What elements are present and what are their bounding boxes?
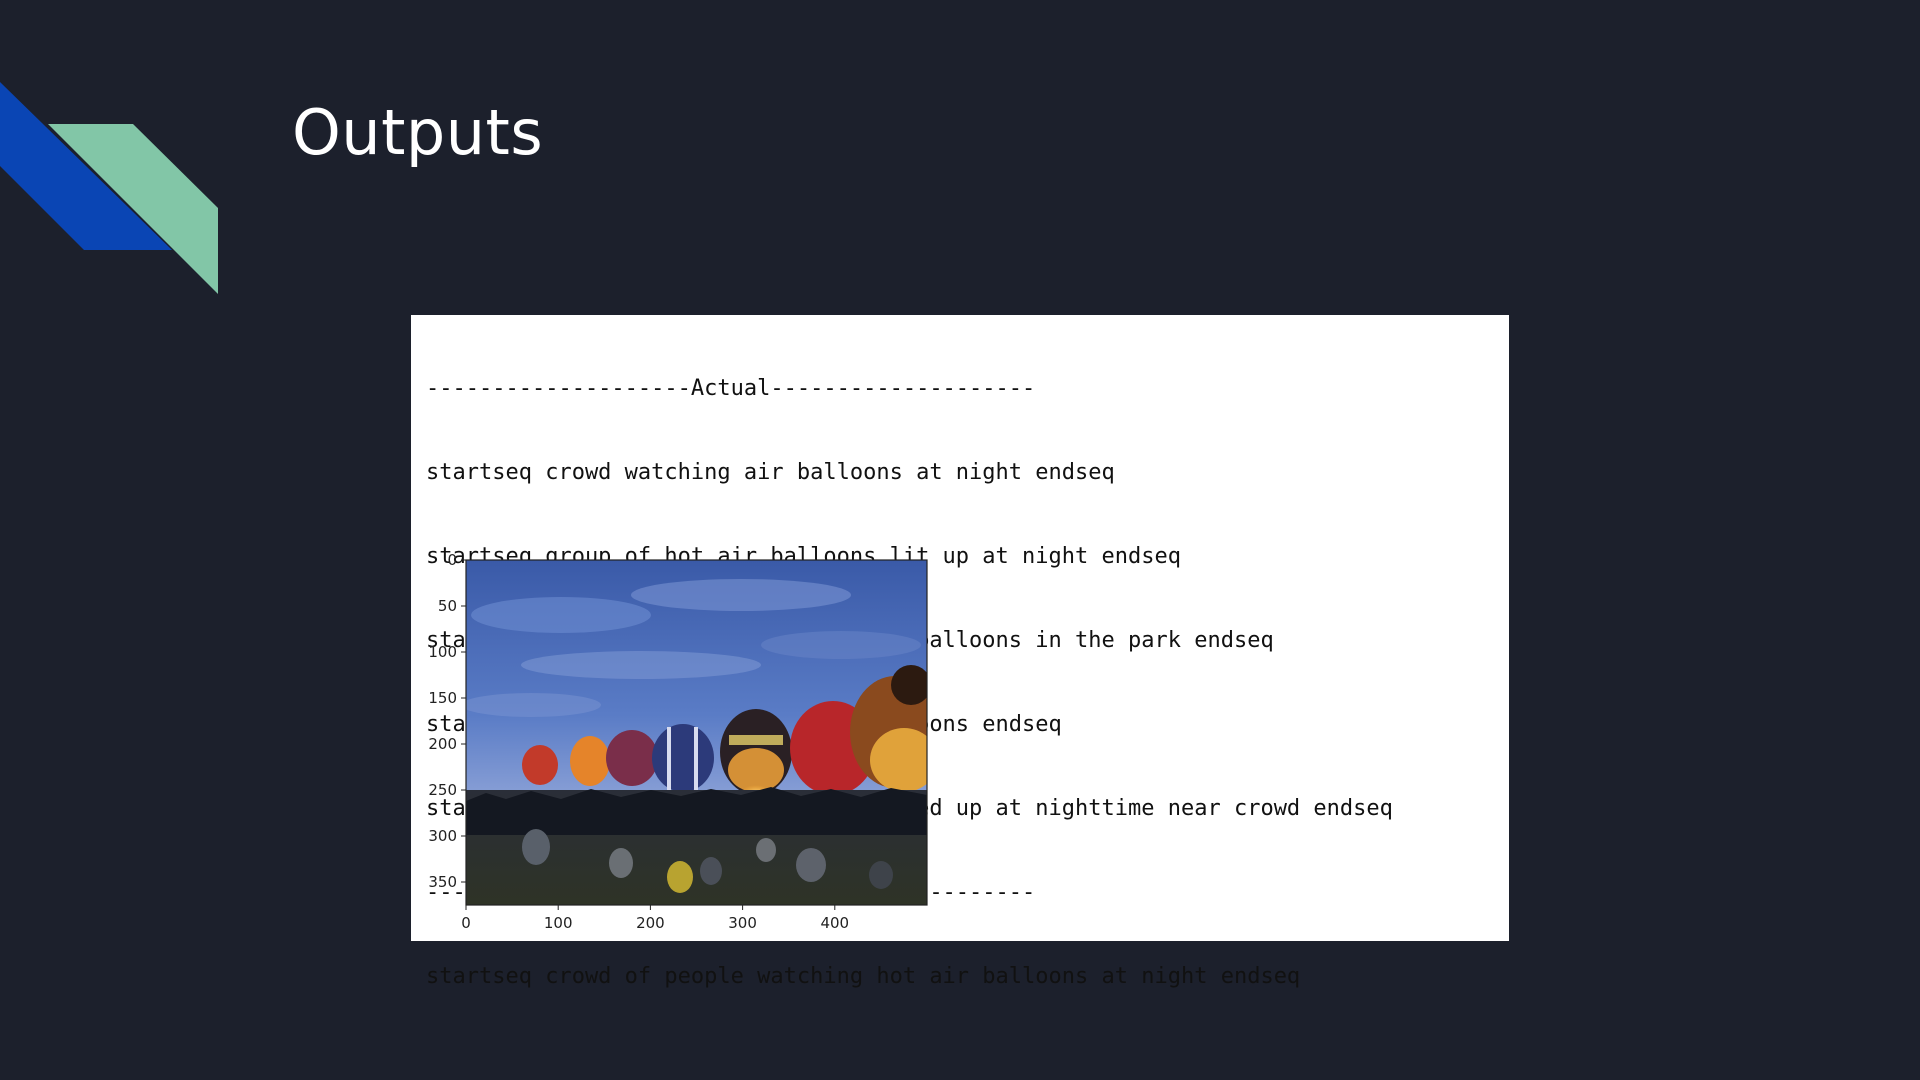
y-tick-label: 200 xyxy=(428,735,457,753)
y-axis: 0 50 100 150 200 250 300 350 xyxy=(428,551,466,891)
corner-decoration xyxy=(0,82,218,294)
y-tick-label: 100 xyxy=(428,643,457,661)
x-tick-label: 200 xyxy=(636,914,665,932)
slide-title: Outputs xyxy=(292,96,544,169)
y-tick-label: 250 xyxy=(428,781,457,799)
image-plot: 0 100 200 300 400 0 50 100 150 200 250 300 350 xyxy=(428,551,928,932)
x-tick-label: 400 xyxy=(820,914,849,932)
x-tick-label: 300 xyxy=(728,914,757,932)
y-tick-label: 0 xyxy=(447,551,457,569)
y-tick-label: 50 xyxy=(438,597,457,615)
y-tick-label: 300 xyxy=(428,827,457,845)
balloon-photo xyxy=(466,560,927,905)
x-tick-label: 0 xyxy=(461,914,471,932)
y-tick-label: 350 xyxy=(428,873,457,891)
x-axis: 0 100 200 300 400 xyxy=(461,905,849,932)
x-tick-label: 100 xyxy=(544,914,573,932)
notebook-output-panel: --------------------Actual--------------… xyxy=(411,315,1509,989)
y-tick-label: 150 xyxy=(428,689,457,707)
predicted-caption: startseq crowd of people watching hot ai… xyxy=(426,964,1301,989)
